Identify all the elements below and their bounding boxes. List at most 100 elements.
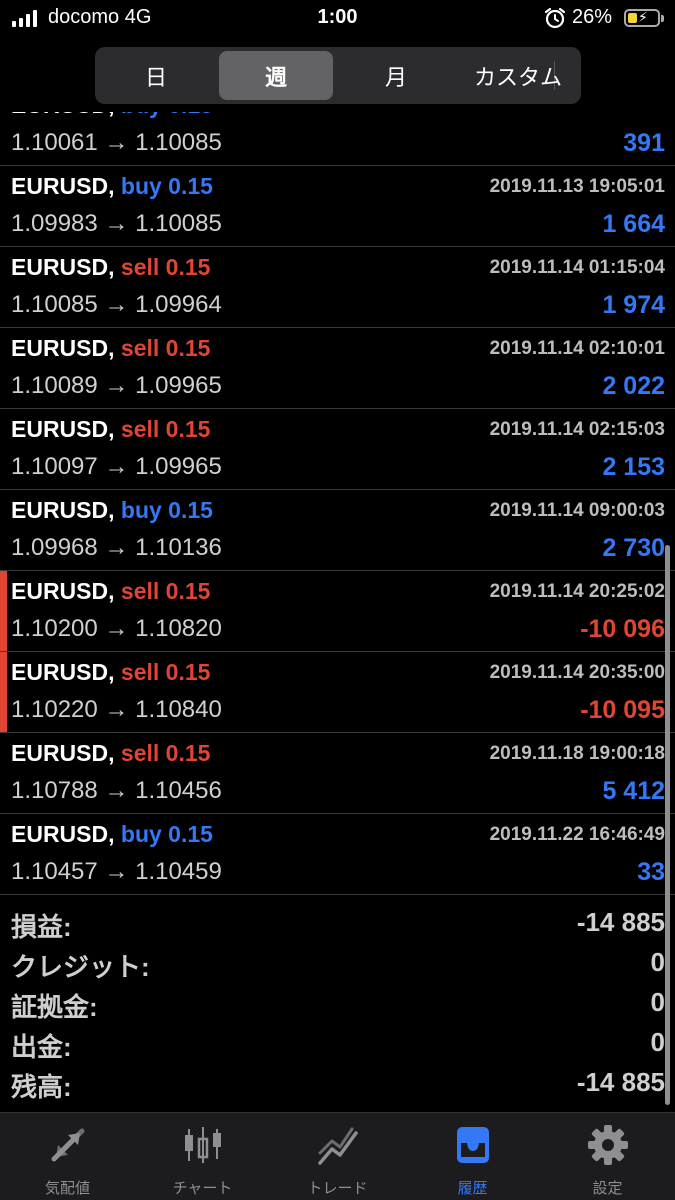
scrollbar[interactable] [665,545,670,1105]
trade-row[interactable]: EURUSD, buy 0.15 1.10061 → 1.10085 391 [0,112,675,166]
trade-profit: -10 095 [580,696,665,724]
trade-profit: 2 730 [602,534,665,562]
quotes-icon [51,1128,85,1162]
trade-row[interactable]: EURUSD, sell 0.15 2019.11.14 20:25:02 1.10… [0,571,675,652]
tab-day[interactable]: 日 [99,51,213,100]
symbol-label: EURUSD, [11,173,115,199]
trade-row[interactable]: EURUSD, sell 0.15 2019.11.14 02:15:03 1.10… [0,409,675,490]
trade-time: 2019.11.13 19:05:01 [489,176,665,197]
tab-week[interactable]: 週 [219,51,333,100]
symbol-label: EURUSD, [11,740,115,766]
trade-icon [318,1127,358,1165]
history-list[interactable]: EURUSD, buy 0.151.10061 → 1.10085391EURU… [0,112,675,1112]
trade-side: buy 0.15 [120,173,213,199]
trade-profit: 391 [623,129,665,157]
trade-prices: 1.10061 → 1.10085 [11,129,222,156]
trade-symbol: EURUSD, sell 0.15 [11,659,210,686]
tab-month[interactable]: 月 [339,51,453,100]
trade-row[interactable]: EURUSD, buy 0.15 2019.11.13 19:05:01 1.099… [0,166,675,247]
tab-settings-label: 設定 [592,1180,623,1197]
summary-row: 出金: 0 [0,1027,675,1067]
symbol-label: EURUSD, [11,578,115,604]
trade-profit: 1 974 [602,291,665,319]
trade-row[interactable]: EURUSD, sell 0.15 2019.11.14 01:15:04 1.10… [0,247,675,328]
trade-time: 2019.11.22 16:46:49 [489,824,665,845]
summary-value: -14 885 [576,1067,665,1097]
trade-prices: 1.10085 → 1.09964 [11,291,222,318]
trade-side: sell 0.15 [120,254,211,280]
symbol-label: EURUSD, [11,659,115,685]
trade-prices: 1.09968 → 1.10136 [11,534,222,561]
trade-time: 2019.11.14 01:15:04 [489,257,665,278]
trade-side: sell 0.15 [120,416,211,442]
trade-time: 2019.11.14 20:25:02 [489,581,665,602]
trade-symbol: EURUSD, buy 0.15 [11,497,213,524]
trade-row[interactable]: EURUSD, sell 0.15 2019.11.18 19:00:18 1.10… [0,733,675,814]
trade-time: 2019.11.14 09:00:03 [489,500,665,521]
summary-value: 0 [650,987,665,1017]
trade-prices: 1.10788 → 1.10456 [11,777,222,804]
tab-settings[interactable]: 設定 [540,1113,675,1200]
tab-history-label: 履歴 [457,1180,488,1197]
summary-row: クレジット: 0 [0,947,675,987]
trade-symbol: EURUSD, buy 0.15 [11,112,213,119]
trade-prices: 1.10089 → 1.09965 [11,372,222,399]
period-segmented-control: 日 週 月 カスタム [95,47,581,104]
tab-trade[interactable]: トレード [270,1113,405,1200]
trade-profit: -10 096 [580,615,665,643]
trade-symbol: EURUSD, sell 0.15 [11,254,210,281]
trade-symbol: EURUSD, sell 0.15 [11,740,210,767]
trade-side: sell 0.15 [120,578,211,604]
trade-side: sell 0.15 [120,335,211,361]
tab-quotes[interactable]: 気配値 [0,1113,135,1200]
symbol-label: EURUSD, [11,416,115,442]
trade-row[interactable]: EURUSD, sell 0.15 2019.11.14 20:35:00 1.10… [0,652,675,733]
summary-label: クレジット: [11,952,150,982]
history-icon [457,1127,489,1163]
symbol-label: EURUSD, [11,254,115,280]
trade-time: 2019.11.14 02:15:03 [489,419,665,440]
trade-profit: 2 022 [602,372,665,400]
trade-prices: 1.10220 → 1.10840 [11,696,222,723]
alarm-icon [544,7,566,29]
tab-custom[interactable]: カスタム [459,51,577,100]
summary-label: 損益: [11,912,72,942]
summary-value: 0 [650,1027,665,1057]
tab-chart[interactable]: チャート [135,1113,270,1200]
summary-label: 出金: [11,1032,72,1062]
summary-row: 残高: -14 885 [0,1067,675,1107]
trade-profit: 2 153 [602,453,665,481]
trade-profit: 1 664 [602,210,665,238]
trade-symbol: EURUSD, sell 0.15 [11,335,210,362]
trade-row[interactable]: EURUSD, buy 0.15 2019.11.22 16:46:49 1.104… [0,814,675,895]
trade-side: sell 0.15 [120,659,211,685]
summary-value: 0 [650,947,665,977]
loss-marker [0,652,7,733]
trade-profit: 33 [637,858,665,886]
summary-row: 損益: -14 885 [0,907,675,947]
summary-label: 証拠金: [11,992,98,1022]
symbol-label: EURUSD, [11,335,115,361]
trade-side: sell 0.15 [120,740,211,766]
chart-icon [185,1127,221,1163]
trade-row[interactable]: EURUSD, sell 0.15 2019.11.14 02:10:01 1.10… [0,328,675,409]
row-divider [0,894,675,895]
symbol-label: EURUSD, [11,821,115,847]
trade-symbol: EURUSD, sell 0.15 [11,416,210,443]
tab-quotes-label: 気配値 [44,1180,90,1197]
trade-side: buy 0.15 [120,497,213,523]
tab-history[interactable]: 履歴 [405,1113,540,1200]
trade-symbol: EURUSD, sell 0.15 [11,578,210,605]
trade-profit: 5 412 [602,777,665,805]
trade-prices: 1.10200 → 1.10820 [11,615,222,642]
trade-prices: 1.10457 → 1.10459 [11,858,222,885]
trade-prices: 1.09983 → 1.10085 [11,210,222,237]
symbol-label: EURUSD, [11,497,115,523]
settings-icon [588,1125,628,1165]
tab-bar: 気配値 チャート トレード 履歴 設定 [0,1112,675,1200]
trade-time: 2019.11.18 19:00:18 [489,743,665,764]
summary-value: -14 885 [576,907,665,937]
trade-row[interactable]: EURUSD, buy 0.15 2019.11.14 09:00:03 1.099… [0,490,675,571]
symbol-label: EURUSD, [11,112,115,118]
trade-symbol: EURUSD, buy 0.15 [11,173,213,200]
